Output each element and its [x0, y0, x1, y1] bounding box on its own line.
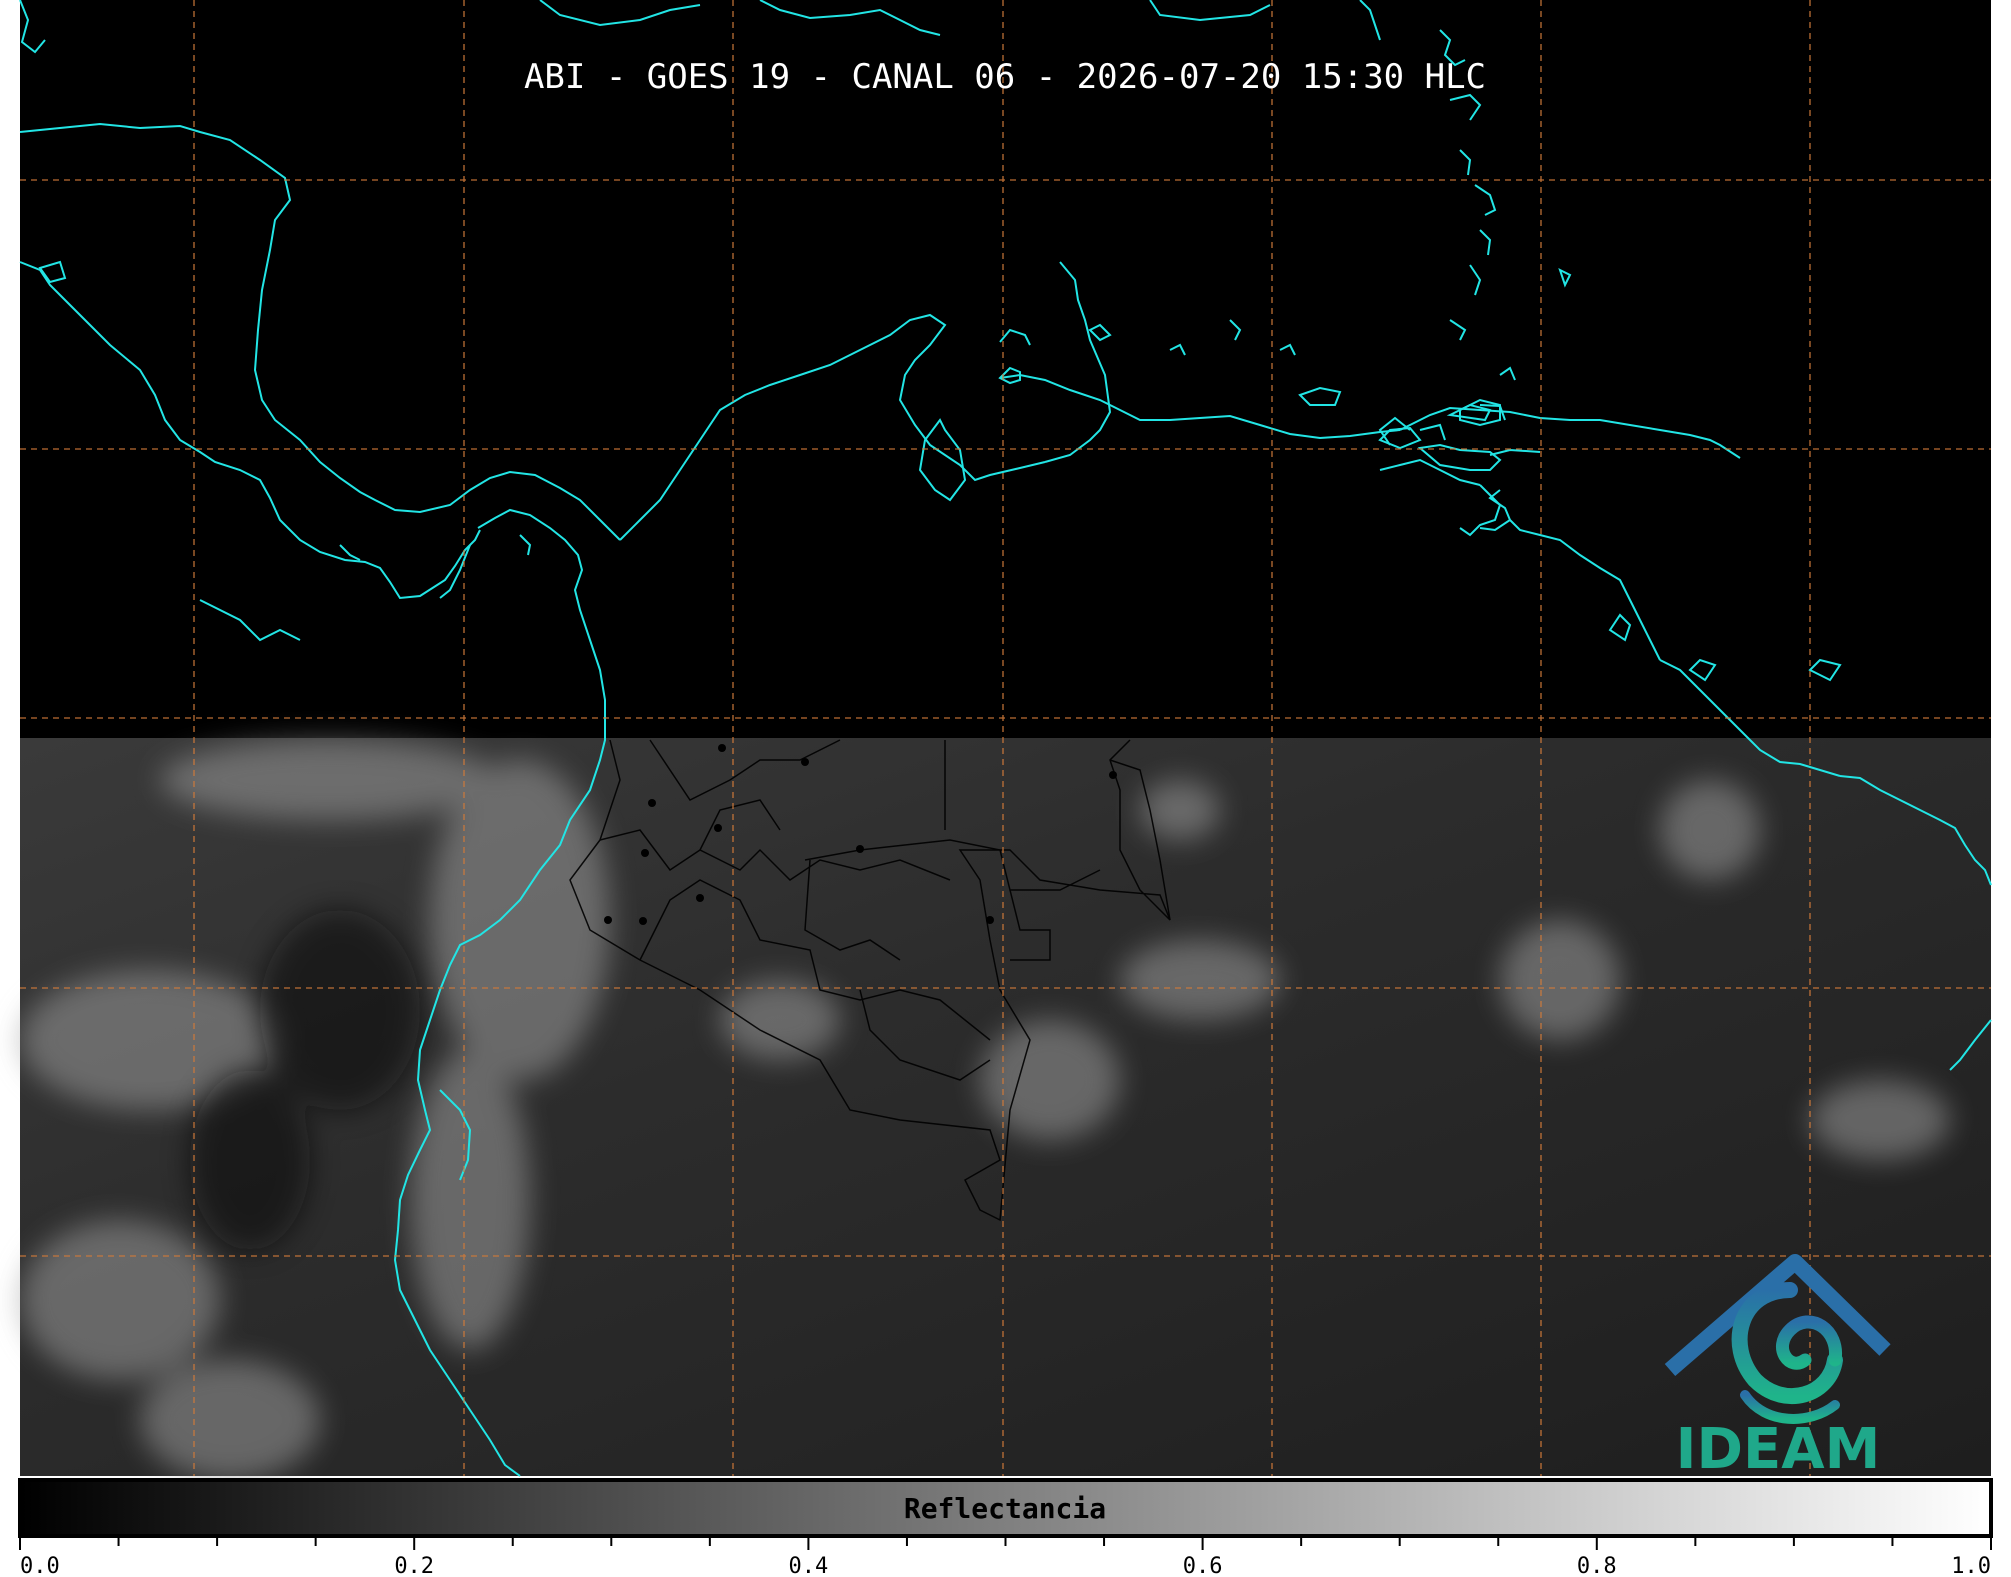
colorbar-tick-label: 0.2	[394, 1554, 434, 1577]
colorbar-ticks	[19, 1536, 1992, 1550]
colorbar-tick-labels: 0.0 0.2 0.4 0.6 0.8 1.0	[20, 1554, 1991, 1577]
logo-text: IDEAM	[1676, 1417, 1881, 1482]
colorbar-tick-label: 0.6	[1183, 1554, 1223, 1577]
satellite-map: ABI - GOES 19 - CANAL 06 - 2026-07-20 15…	[18, 0, 1993, 1577]
colorbar-tick-label: 0.4	[789, 1554, 829, 1577]
colorbar-tick-label: 1.0	[1951, 1554, 1991, 1577]
colorbar-tick-label: 0.8	[1577, 1554, 1617, 1577]
colorbar-tick-label: 0.0	[20, 1554, 60, 1577]
colorbar: Reflectancia 0.0 0.2 0.4 0.6 0.8 1.0	[18, 1478, 1993, 1577]
map-title: ABI - GOES 19 - CANAL 06 - 2026-07-20 15…	[524, 57, 1486, 97]
colorbar-label: Reflectancia	[904, 1492, 1106, 1525]
